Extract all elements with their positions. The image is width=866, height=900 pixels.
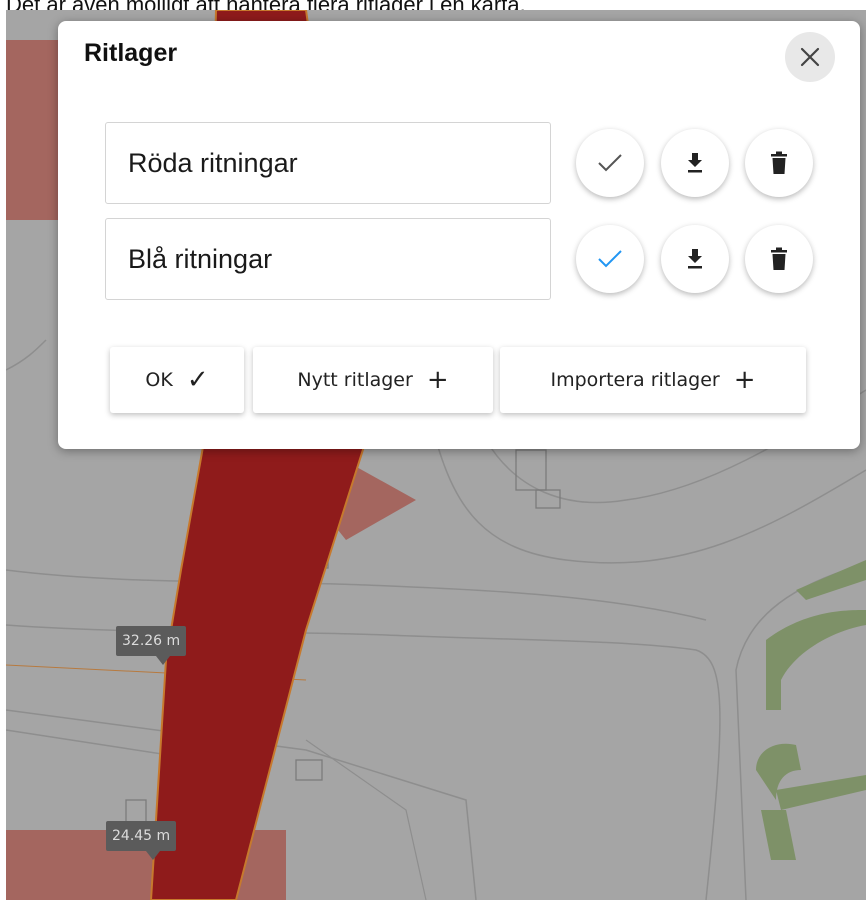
ok-label: OK — [145, 369, 173, 391]
draw-layers-dialog: Ritlager Röda ritningar Blå ritningar OK… — [58, 21, 860, 449]
plus-icon: + — [426, 365, 449, 395]
download-icon — [688, 249, 702, 269]
building-outline — [295, 759, 323, 781]
new-layer-label: Nytt ritlager — [297, 369, 413, 391]
layer-name-input[interactable] — [105, 122, 551, 204]
delete-layer-button[interactable] — [745, 225, 813, 293]
measurement-label: 24.45 m — [106, 821, 177, 860]
layer-row — [105, 122, 825, 206]
new-layer-button[interactable]: Nytt ritlager + — [253, 347, 493, 413]
check-icon-active — [598, 250, 622, 268]
import-layer-button[interactable]: Importera ritlager + — [500, 347, 806, 413]
check-icon — [598, 154, 622, 172]
layer-row — [105, 218, 825, 302]
close-button[interactable] — [785, 32, 835, 82]
grass-area — [766, 610, 866, 710]
close-icon — [800, 47, 820, 67]
download-layer-button[interactable] — [661, 225, 729, 293]
grass-area — [761, 810, 796, 860]
street-line — [6, 569, 707, 621]
download-icon — [688, 153, 702, 173]
street-line — [305, 739, 427, 900]
check-icon: ✓ — [186, 365, 209, 395]
building-outline — [515, 449, 547, 491]
building — [6, 40, 66, 220]
download-layer-button[interactable] — [661, 129, 729, 197]
select-layer-button[interactable] — [576, 225, 644, 293]
select-layer-button[interactable] — [576, 129, 644, 197]
plus-icon: + — [733, 365, 756, 395]
measurement-label: 32.26 m — [116, 626, 187, 665]
delete-layer-button[interactable] — [745, 129, 813, 197]
dialog-title: Ritlager — [84, 39, 178, 67]
street-line — [435, 439, 866, 564]
ok-button[interactable]: OK ✓ — [110, 347, 244, 413]
trash-icon — [771, 151, 787, 174]
trash-icon — [771, 247, 787, 270]
street-line — [6, 339, 47, 371]
grass-area — [796, 560, 866, 600]
import-layer-label: Importera ritlager — [550, 369, 720, 391]
building-outline — [535, 489, 561, 509]
layer-name-input[interactable] — [105, 218, 551, 300]
grass-area — [776, 775, 866, 810]
